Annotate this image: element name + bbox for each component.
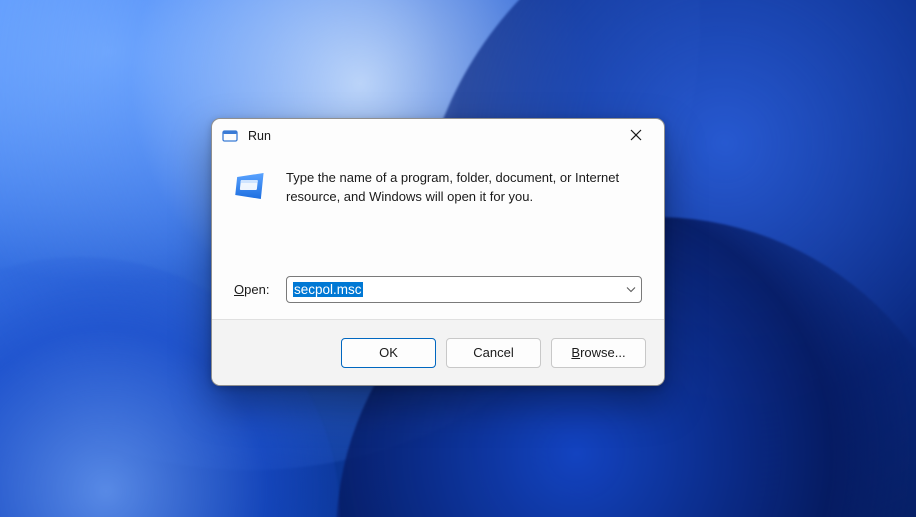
ok-button-label: OK — [379, 345, 398, 360]
titlebar[interactable]: Run — [212, 119, 664, 153]
open-input[interactable]: secpol.msc — [286, 276, 642, 303]
open-combobox[interactable]: secpol.msc — [286, 276, 642, 303]
run-program-icon — [234, 169, 270, 205]
run-dialog: Run — [211, 118, 665, 386]
dialog-title: Run — [248, 129, 271, 143]
open-input-value: secpol.msc — [293, 282, 363, 297]
browse-button-label: Browse... — [571, 345, 625, 360]
dialog-description: Type the name of a program, folder, docu… — [286, 169, 642, 207]
chevron-down-icon[interactable] — [626, 282, 636, 297]
open-label: Open: — [234, 282, 278, 297]
close-button[interactable] — [614, 121, 658, 151]
cancel-button-label: Cancel — [473, 345, 513, 360]
dialog-body: Type the name of a program, folder, docu… — [212, 153, 664, 319]
run-titlebar-icon — [222, 128, 238, 144]
cancel-button[interactable]: Cancel — [446, 338, 541, 368]
dialog-footer: OK Cancel Browse... — [212, 319, 664, 385]
close-icon — [630, 129, 642, 144]
ok-button[interactable]: OK — [341, 338, 436, 368]
browse-button[interactable]: Browse... — [551, 338, 646, 368]
desktop-wallpaper: Run — [0, 0, 916, 517]
